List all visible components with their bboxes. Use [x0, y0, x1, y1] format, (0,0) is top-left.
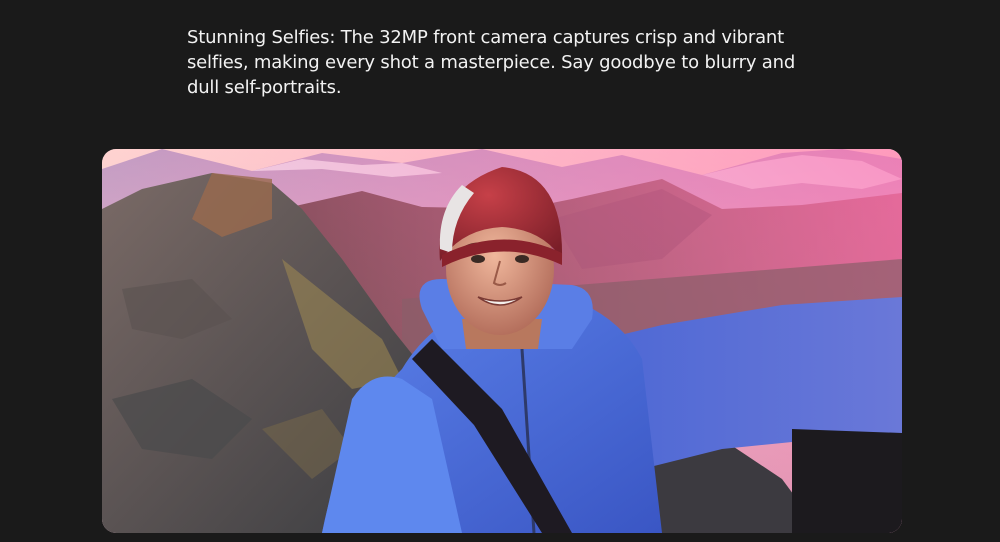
- selfie-illustration: [102, 149, 902, 533]
- selfie-photo: [102, 149, 902, 533]
- feature-description: Stunning Selfies: The 32MP front camera …: [187, 27, 796, 98]
